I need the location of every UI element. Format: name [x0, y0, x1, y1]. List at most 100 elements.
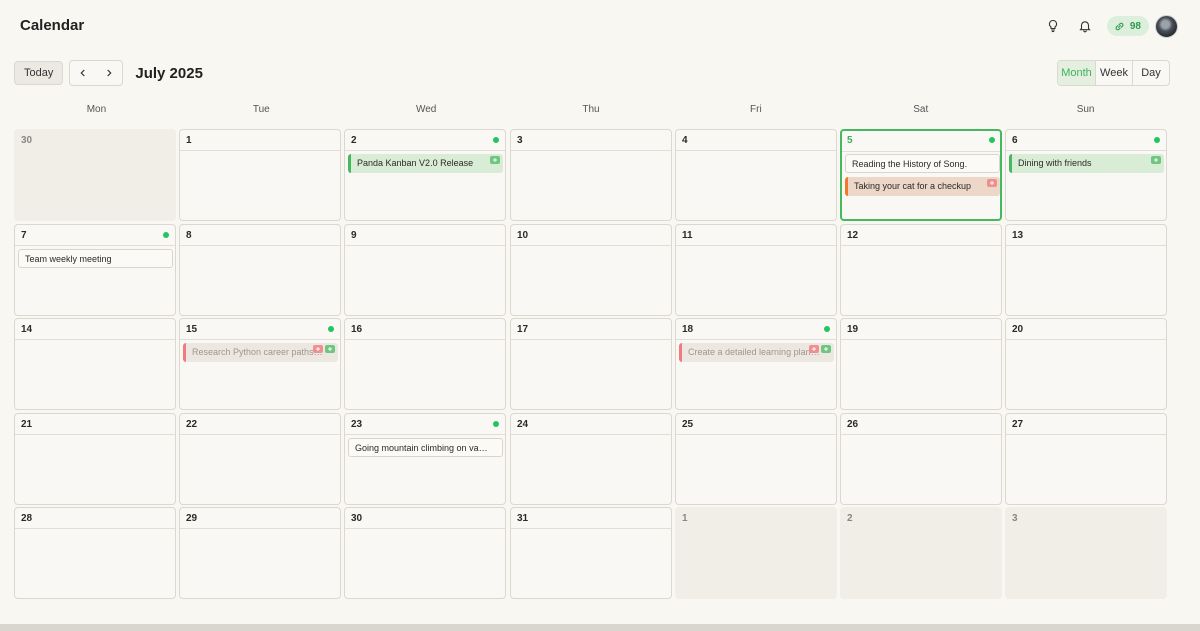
- event-tags: [1149, 156, 1161, 164]
- day-cell[interactable]: 4: [675, 129, 837, 221]
- day-cell-header: 25: [676, 414, 836, 435]
- day-cell[interactable]: 19: [840, 318, 1002, 410]
- day-cell[interactable]: 3: [1005, 507, 1167, 599]
- day-cell-header: 13: [1006, 225, 1166, 246]
- event-indicator-dot: [824, 326, 830, 332]
- day-cell[interactable]: 14: [14, 318, 176, 410]
- day-cell-header: 3: [1006, 508, 1166, 529]
- event-chip[interactable]: Going mountain climbing on vacation: [348, 438, 503, 457]
- day-number: 31: [517, 513, 529, 524]
- day-cell[interactable]: 27: [1005, 413, 1167, 505]
- avatar[interactable]: [1155, 14, 1178, 38]
- day-cell[interactable]: 12: [840, 224, 1002, 316]
- event-chip[interactable]: Research Python career paths and opportu…: [183, 343, 338, 362]
- weekday-tue: Tue: [252, 104, 270, 115]
- day-cell[interactable]: 9: [344, 224, 506, 316]
- bell-icon[interactable]: [1073, 14, 1097, 38]
- day-number: 14: [21, 324, 33, 335]
- day-cell[interactable]: 22: [179, 413, 341, 505]
- event-chip[interactable]: Panda Kanban V2.0 Release: [348, 154, 503, 173]
- event-chip[interactable]: Dining with friends: [1009, 154, 1164, 173]
- view-switch: Month Week Day: [1057, 60, 1170, 86]
- day-number: 7: [21, 230, 27, 241]
- event-indicator-dot: [328, 326, 334, 332]
- day-cell[interactable]: 23 Going mountain climbing on vacation: [344, 413, 506, 505]
- day-cell-header: 12: [841, 225, 1001, 246]
- event-chip[interactable]: Reading the History of Song.: [845, 154, 1000, 173]
- day-cell[interactable]: 1: [675, 507, 837, 599]
- event-title: Going mountain climbing on vacation: [355, 443, 503, 453]
- day-cell[interactable]: 13: [1005, 224, 1167, 316]
- chevron-left-icon[interactable]: [70, 61, 96, 85]
- day-cell[interactable]: 21: [14, 413, 176, 505]
- day-cell[interactable]: 28: [14, 507, 176, 599]
- day-cell-header: 16: [345, 319, 505, 340]
- day-number: 30: [351, 513, 363, 524]
- day-cell-header: 3: [511, 130, 671, 151]
- day-cell-header: 30: [345, 508, 505, 529]
- day-cell-header: 27: [1006, 414, 1166, 435]
- day-cell-header: 29: [180, 508, 340, 529]
- day-cell-header: 4: [676, 130, 836, 151]
- view-day-button[interactable]: Day: [1132, 61, 1169, 85]
- day-cell[interactable]: 2 Panda Kanban V2.0 Release: [344, 129, 506, 221]
- green-tag-icon: [821, 345, 831, 353]
- day-cell-header: 7: [15, 225, 175, 246]
- view-month-button[interactable]: Month: [1058, 61, 1095, 85]
- weekday-wed: Wed: [415, 104, 437, 115]
- day-cell[interactable]: 6 Dining with friends: [1005, 129, 1167, 221]
- event-chip[interactable]: Create a detailed learning plan and sche…: [679, 343, 834, 362]
- day-cell[interactable]: 24: [510, 413, 672, 505]
- day-cell[interactable]: 26: [840, 413, 1002, 505]
- credits-count: 98: [1129, 20, 1141, 32]
- day-cell[interactable]: 1: [179, 129, 341, 221]
- event-indicator-dot: [493, 137, 499, 143]
- toolbar: Today July 2025: [14, 60, 203, 86]
- lightbulb-icon[interactable]: [1041, 14, 1065, 38]
- day-cell[interactable]: 7 Team weekly meeting: [14, 224, 176, 316]
- event-title: Team weekly meeting: [25, 254, 112, 264]
- day-number: 24: [517, 419, 529, 430]
- event-chip[interactable]: Taking your cat for a checkup: [845, 177, 1000, 196]
- day-cell-header: 8: [180, 225, 340, 246]
- day-cell[interactable]: 29: [179, 507, 341, 599]
- day-cell[interactable]: 30: [344, 507, 506, 599]
- day-number: 15: [186, 324, 198, 335]
- day-number: 20: [1012, 324, 1024, 335]
- day-cell-header: 31: [511, 508, 671, 529]
- day-number: 1: [186, 135, 192, 146]
- day-cell-header: 2: [345, 130, 505, 151]
- day-cell[interactable]: 18 Create a detailed learning plan and sc…: [675, 318, 837, 410]
- event-title: Dining with friends: [1018, 158, 1092, 168]
- view-week-button[interactable]: Week: [1095, 61, 1132, 85]
- day-number: 19: [847, 324, 859, 335]
- day-number: 16: [351, 324, 363, 335]
- day-cell[interactable]: 10: [510, 224, 672, 316]
- day-cell[interactable]: 3: [510, 129, 672, 221]
- red-tag-icon: [313, 345, 323, 353]
- day-cell[interactable]: 2: [840, 507, 1002, 599]
- app-frame: Calendar 98 Today July 2025 Month Week D…: [0, 0, 1200, 624]
- day-cell[interactable]: 30: [14, 129, 176, 221]
- green-tag-icon: [1151, 156, 1161, 164]
- day-number: 23: [351, 419, 363, 430]
- chevron-right-icon[interactable]: [96, 61, 122, 85]
- green-tag-icon: [490, 156, 500, 164]
- event-chip[interactable]: Team weekly meeting: [18, 249, 173, 268]
- event-tags: [985, 179, 997, 187]
- credits-badge[interactable]: 98: [1106, 16, 1149, 36]
- day-cell[interactable]: 8: [179, 224, 341, 316]
- day-number: 29: [186, 513, 198, 524]
- day-cell[interactable]: 31: [510, 507, 672, 599]
- day-cell[interactable]: 20: [1005, 318, 1167, 410]
- day-cell-header: 1: [676, 508, 836, 529]
- day-cell[interactable]: 25: [675, 413, 837, 505]
- day-cell[interactable]: 17: [510, 318, 672, 410]
- day-cell[interactable]: 15 Research Python career paths and oppor…: [179, 318, 341, 410]
- day-cell[interactable]: 16: [344, 318, 506, 410]
- day-cell-header: 6: [1006, 130, 1166, 151]
- day-cell[interactable]: 5 Reading the History of Song. Taking your…: [840, 129, 1002, 221]
- today-button[interactable]: Today: [14, 61, 64, 85]
- day-cell[interactable]: 11: [675, 224, 837, 316]
- day-cell-header: 23: [345, 414, 505, 435]
